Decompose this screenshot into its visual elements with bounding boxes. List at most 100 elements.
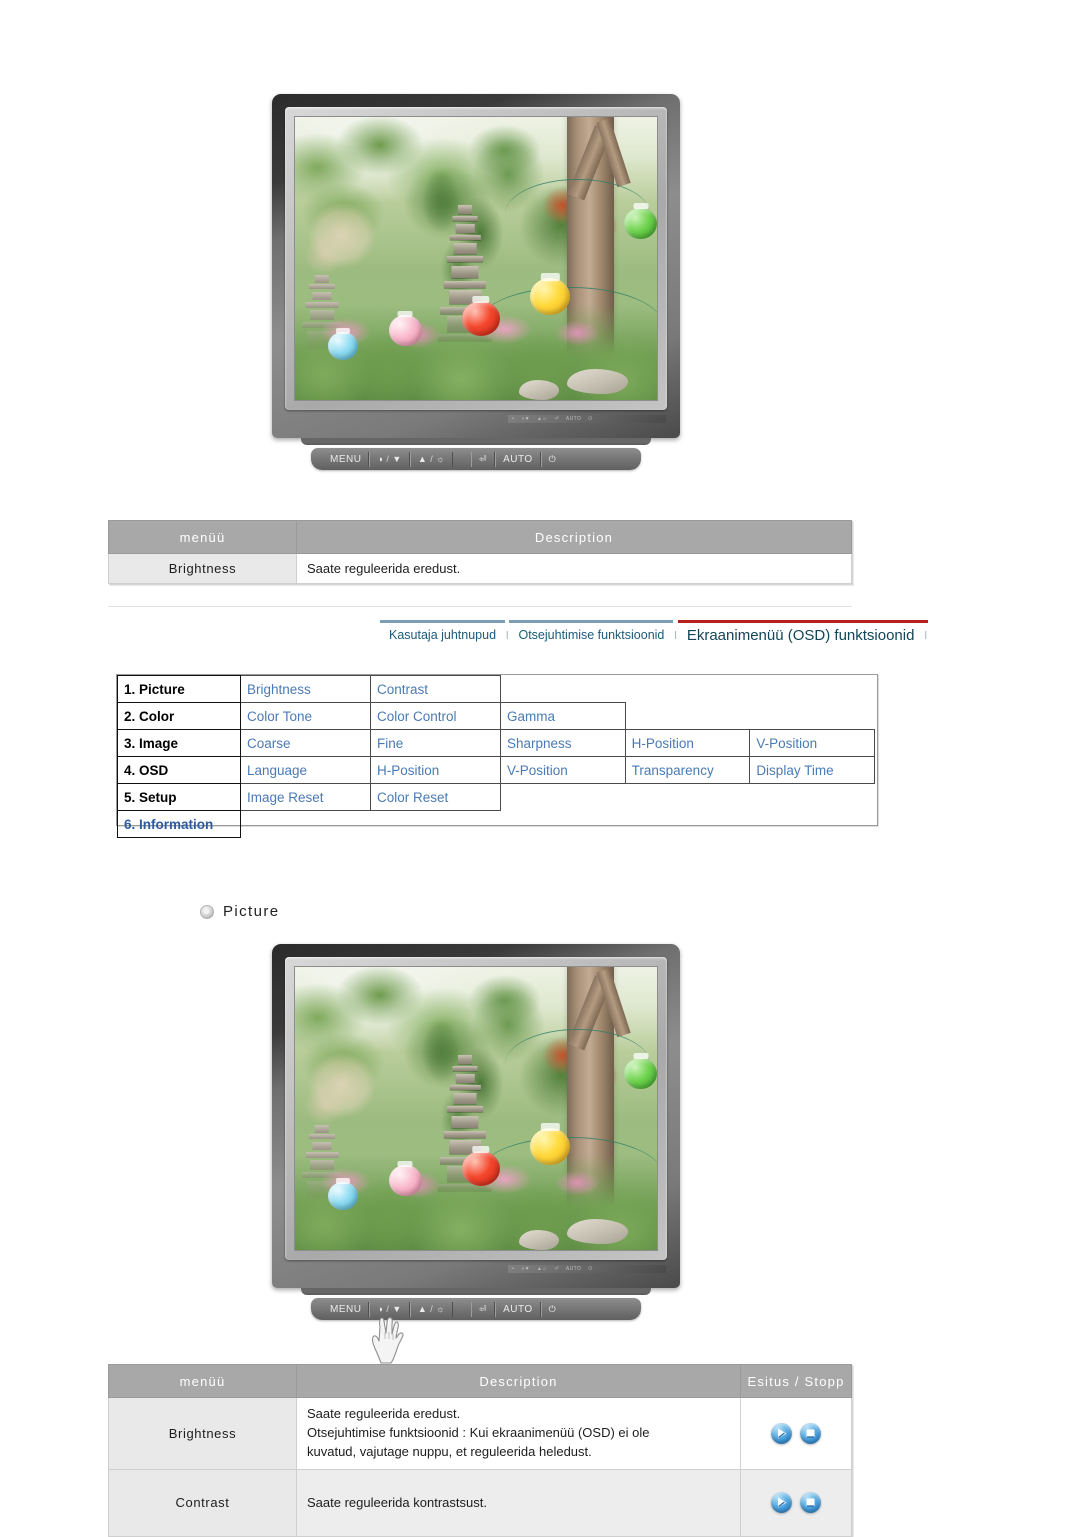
play-icon[interactable] bbox=[771, 1422, 793, 1444]
cell-menu-name: Brightness bbox=[108, 1397, 297, 1470]
section-heading-picture: Picture bbox=[200, 903, 280, 920]
osd-empty-cell bbox=[750, 703, 875, 730]
osd-menu-table: 1. Picture Brightness Contrast 2. Color … bbox=[117, 675, 875, 838]
stop-icon[interactable] bbox=[799, 1422, 821, 1444]
monitor-bezel: • ◑▼ ▲☼ ⏎ AUTO ⏻ bbox=[272, 94, 680, 438]
table-row: Contrast Saate reguleerida kontrastsust. bbox=[108, 1468, 852, 1537]
cell-menu-name: Contrast bbox=[108, 1468, 297, 1537]
osd-item-v-position[interactable]: V-Position bbox=[500, 756, 626, 784]
enter-button[interactable]: ⏎ bbox=[471, 1301, 496, 1317]
scene-rock-center bbox=[519, 380, 560, 400]
brightness-icon: ☼ bbox=[436, 453, 446, 464]
osd-item-sharpness[interactable]: Sharpness bbox=[500, 729, 626, 757]
hand-pointer-icon bbox=[371, 1317, 404, 1364]
table-row: Brightness Saate reguleerida eredust. bbox=[108, 553, 852, 584]
osd-empty-cell bbox=[501, 811, 626, 838]
description-line: Otsejuhtimise funktsioonid : Kui ekraani… bbox=[307, 1424, 650, 1440]
scene-pale-maple bbox=[302, 1040, 390, 1137]
bezel-indicator-strip: • ◑▼ ▲☼ ⏎ AUTO ⏻ bbox=[508, 415, 666, 423]
scene-lantern-pink bbox=[389, 315, 422, 347]
monitor-illustration-top: • ◑▼ ▲☼ ⏎ AUTO ⏻ MENU ◑ / ▼ ▲ / ☼ ⏎ AUTO ⏻ bbox=[272, 94, 680, 470]
osd-category-image: 3. Image bbox=[117, 729, 241, 757]
contrast-icon: ◑ bbox=[377, 453, 384, 464]
table-top: menüü Description Brightness Saate regul… bbox=[108, 520, 852, 584]
arrow-up-icon: ▲ bbox=[417, 453, 428, 464]
osd-item-image-reset[interactable]: Image Reset bbox=[240, 783, 371, 811]
osd-item-language[interactable]: Language bbox=[240, 756, 371, 784]
osd-category-osd: 4. OSD bbox=[117, 756, 241, 784]
osd-item-h-position[interactable]: H-Position bbox=[370, 756, 501, 784]
power-icon: ⏻ bbox=[548, 453, 557, 464]
monitor-screen bbox=[294, 116, 658, 401]
osd-category-setup: 5. Setup bbox=[117, 783, 241, 811]
osd-item-h-position[interactable]: H-Position bbox=[624, 729, 751, 757]
stop-icon[interactable] bbox=[799, 1492, 821, 1514]
section-divider bbox=[108, 606, 852, 607]
header-menu: menüü bbox=[108, 520, 297, 554]
brightness-icon: ☼ bbox=[436, 1303, 446, 1314]
cell-description: Saate reguleerida kontrastsust. bbox=[296, 1468, 741, 1537]
nav-tab-otsejuhtimise-funktsioonid[interactable]: Otsejuhtimise funktsioonid bbox=[509, 620, 674, 645]
cell-play-stop bbox=[740, 1468, 852, 1537]
power-button[interactable]: ⏻ bbox=[540, 1301, 564, 1317]
osd-row-picture: 1. Picture Brightness Contrast bbox=[117, 675, 875, 703]
osd-item-color-control[interactable]: Color Control bbox=[370, 702, 501, 730]
slash-divider: / bbox=[430, 454, 434, 464]
page-title: Picture bbox=[223, 903, 280, 920]
auto-button-label: AUTO bbox=[503, 453, 533, 465]
auto-button[interactable]: AUTO bbox=[495, 1301, 541, 1317]
power-button[interactable]: ⏻ bbox=[540, 451, 564, 467]
header-description: Description bbox=[296, 520, 852, 554]
osd-category-information[interactable]: 6. Information bbox=[117, 810, 241, 838]
scene-rock-right bbox=[566, 1218, 629, 1245]
slash-divider: / bbox=[386, 454, 390, 464]
arrow-up-icon: ▲ bbox=[417, 1303, 428, 1314]
play-icon[interactable] bbox=[771, 1492, 793, 1514]
contrast-icon: ◑ bbox=[377, 1303, 384, 1314]
osd-item-gamma[interactable]: Gamma bbox=[500, 702, 626, 730]
scene-rock-center bbox=[519, 1230, 560, 1250]
osd-category-color: 2. Color bbox=[117, 702, 241, 730]
header-description: Description bbox=[296, 1364, 741, 1398]
osd-item-coarse[interactable]: Coarse bbox=[240, 729, 371, 757]
description-line: kuvatud, vajutage nuppu, et reguleerida … bbox=[307, 1443, 592, 1459]
osd-item-brightness[interactable]: Brightness bbox=[240, 675, 371, 703]
osd-empty-cell bbox=[625, 784, 750, 811]
osd-category-picture: 1. Picture bbox=[117, 675, 241, 703]
nav-tab-kasutaja-juhtnupud[interactable]: Kasutaja juhtnupud bbox=[380, 620, 506, 645]
osd-empty-cell bbox=[625, 811, 750, 838]
brightness-up-button[interactable]: ▲ / ☼ bbox=[409, 451, 454, 467]
osd-empty-cell bbox=[625, 703, 750, 730]
osd-item-color-tone[interactable]: Color Tone bbox=[240, 702, 371, 730]
osd-item-display-time[interactable]: Display Time bbox=[749, 756, 875, 784]
osd-item-transparency[interactable]: Transparency bbox=[624, 756, 751, 784]
osd-item-contrast[interactable]: Contrast bbox=[370, 675, 501, 703]
nav-divider-icon: l bbox=[923, 620, 928, 642]
nav-tab-ekraanimenuu-osd-funktsioonid[interactable]: Ekraanimenüü (OSD) funktsioonid bbox=[677, 620, 924, 647]
cell-play-stop bbox=[740, 1397, 852, 1470]
osd-empty-cell bbox=[750, 784, 875, 811]
scene-pale-maple bbox=[302, 190, 390, 287]
auto-button-label: AUTO bbox=[503, 1303, 533, 1315]
table-row: Brightness Saate reguleerida eredust. Ot… bbox=[108, 1397, 852, 1470]
menu-button[interactable]: MENU bbox=[323, 1301, 370, 1317]
monitor-screen bbox=[294, 966, 658, 1251]
auto-button[interactable]: AUTO bbox=[495, 451, 541, 467]
contrast-down-button[interactable]: ◑ / ▼ bbox=[369, 1301, 410, 1317]
table-header-row: menüü Description Esitus / Stopp bbox=[108, 1364, 852, 1398]
contrast-down-button[interactable]: ◑ / ▼ bbox=[369, 451, 410, 467]
scene-lantern-green bbox=[624, 207, 657, 239]
header-play-stop: Esitus / Stopp bbox=[740, 1364, 852, 1398]
brightness-up-button[interactable]: ▲ / ☼ bbox=[409, 1301, 454, 1317]
osd-item-color-reset[interactable]: Color Reset bbox=[370, 783, 501, 811]
enter-button[interactable]: ⏎ bbox=[471, 451, 496, 467]
menu-button[interactable]: MENU bbox=[323, 451, 370, 467]
osd-menu-table-wrapper: 1. Picture Brightness Contrast 2. Color … bbox=[116, 674, 878, 838]
scene-lantern-pink bbox=[389, 1165, 422, 1197]
osd-item-v-position[interactable]: V-Position bbox=[749, 729, 875, 757]
osd-empty-cell bbox=[501, 676, 626, 703]
header-menu: menüü bbox=[108, 1364, 297, 1398]
osd-item-fine[interactable]: Fine bbox=[370, 729, 501, 757]
menu-button-label: MENU bbox=[330, 453, 362, 465]
monitor-control-bar-top: MENU ◑ / ▼ ▲ / ☼ ⏎ AUTO ⏻ bbox=[311, 448, 641, 470]
